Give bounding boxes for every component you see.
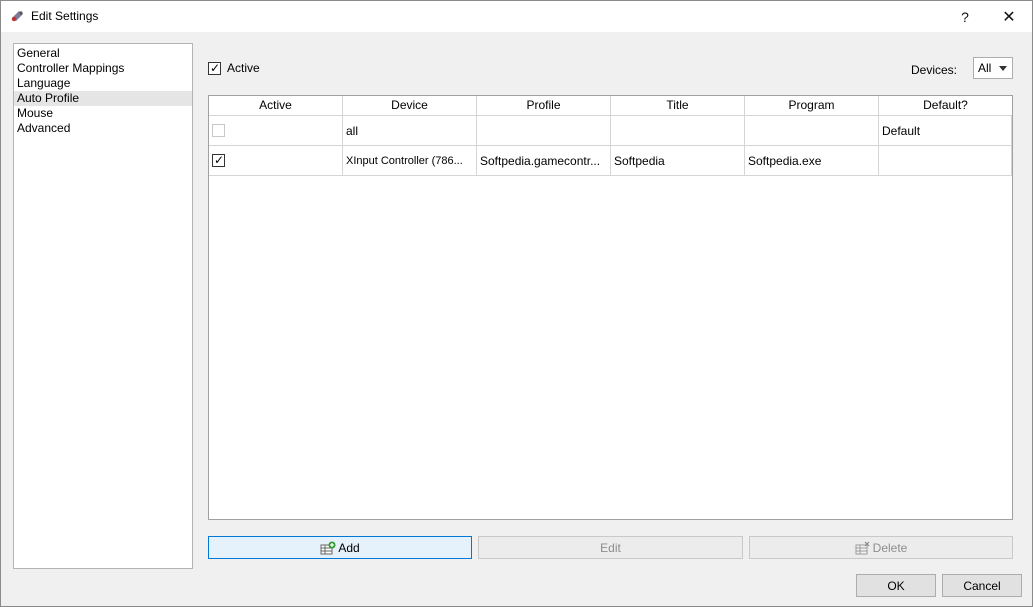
table-row[interactable]: ✓ XInput Controller (786... Softpedia.ga…	[209, 146, 1012, 176]
table-delete-icon	[855, 541, 871, 555]
column-header-device[interactable]: Device	[343, 96, 477, 115]
column-header-program[interactable]: Program	[745, 96, 879, 115]
delete-button[interactable]: Delete	[749, 536, 1013, 559]
help-button[interactable]: ?	[943, 1, 987, 32]
delete-button-label: Delete	[872, 540, 908, 555]
row-default-cell[interactable]: Default	[879, 116, 1012, 145]
active-checkbox[interactable]: ✓	[208, 60, 221, 75]
devices-dropdown-value: All	[978, 61, 992, 75]
edit-settings-window: Edit Settings ? ✕ General Controller Map…	[0, 0, 1033, 607]
close-button[interactable]: ✕	[987, 1, 1031, 32]
devices-label: Devices:	[911, 63, 958, 77]
auto-profile-table[interactable]: Active Device Profile Title Program Defa…	[208, 95, 1013, 520]
window-title: Edit Settings	[31, 9, 99, 23]
column-header-default[interactable]: Default?	[879, 96, 1012, 115]
sidebar-item-language[interactable]: Language	[14, 76, 192, 91]
row-default-cell[interactable]	[879, 146, 1012, 175]
chevron-down-icon	[999, 66, 1007, 71]
row-title-cell[interactable]: Softpedia	[611, 146, 745, 175]
row-program-cell[interactable]: Softpedia.exe	[745, 146, 879, 175]
sidebar-item-general[interactable]: General	[14, 46, 192, 61]
row-active-checkbox[interactable]	[212, 124, 225, 137]
row-device-cell[interactable]: XInput Controller (786...	[343, 146, 477, 175]
row-active-cell[interactable]: ✓	[209, 146, 343, 175]
row-active-cell[interactable]	[209, 116, 343, 145]
ok-button[interactable]: OK	[856, 574, 936, 597]
sidebar-item-auto-profile[interactable]: Auto Profile	[14, 91, 192, 106]
active-checkbox-row[interactable]: ✓ Active	[208, 61, 260, 75]
add-button[interactable]: Add	[208, 536, 472, 559]
row-program-cell[interactable]	[745, 116, 879, 145]
column-header-title[interactable]: Title	[611, 96, 745, 115]
column-header-profile[interactable]: Profile	[477, 96, 611, 115]
cancel-button[interactable]: Cancel	[942, 574, 1022, 597]
gamepad-icon	[10, 9, 26, 23]
row-profile-cell[interactable]: Softpedia.gamecontr...	[477, 146, 611, 175]
checkmark-icon: ✓	[210, 60, 221, 75]
table-add-icon	[320, 541, 336, 555]
sidebar-item-advanced[interactable]: Advanced	[14, 121, 192, 136]
title-bar: Edit Settings ? ✕	[1, 1, 1032, 32]
devices-dropdown[interactable]: All	[973, 57, 1013, 79]
table-header: Active Device Profile Title Program Defa…	[209, 96, 1012, 116]
row-active-checkbox[interactable]: ✓	[212, 153, 225, 167]
column-header-active[interactable]: Active	[209, 96, 343, 115]
settings-category-list: General Controller Mappings Language Aut…	[13, 43, 193, 569]
active-checkbox-label: Active	[227, 61, 260, 75]
edit-button[interactable]: Edit	[478, 536, 743, 559]
sidebar-item-mouse[interactable]: Mouse	[14, 106, 192, 121]
row-title-cell[interactable]	[611, 116, 745, 145]
row-profile-cell[interactable]	[477, 116, 611, 145]
checkmark-icon: ✓	[214, 153, 225, 167]
add-button-label: Add	[338, 540, 360, 555]
row-device-cell[interactable]: all	[343, 116, 477, 145]
table-row[interactable]: all Default	[209, 116, 1012, 146]
sidebar-item-controller-mappings[interactable]: Controller Mappings	[14, 61, 192, 76]
